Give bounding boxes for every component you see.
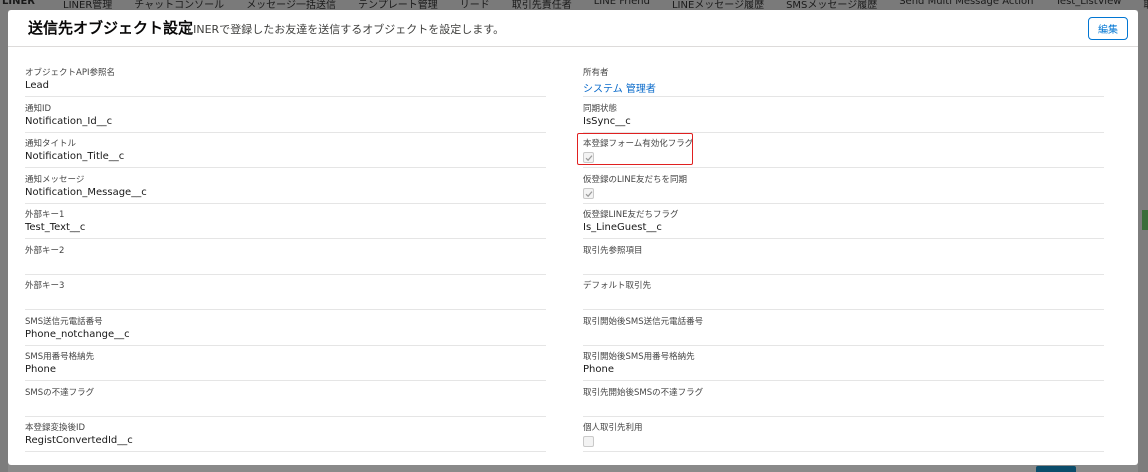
background-right-edge xyxy=(1138,10,1148,472)
field-value: RegistConvertedId__c xyxy=(25,435,133,446)
field-label: 外部キー2 xyxy=(25,245,65,256)
background-nav-item: Test_ListView xyxy=(1055,0,1122,7)
field-value: Notification_Id__c xyxy=(25,115,113,127)
background-nav-item: 取引先 xyxy=(1143,0,1148,10)
background-nav-bar: LINER LINER管理 チャットコンソール メッセージ一括送信 テンプレート管理 リ… xyxy=(0,0,1148,10)
field-value: Phone_notchange__c xyxy=(25,328,130,340)
panel-header: 送信先オブジェクト設定 LINERで登録したお友達を送信するオブジェクトを設定し… xyxy=(8,10,1138,47)
field-label: デフォルト取引先 xyxy=(583,281,652,291)
background-nav-item: LINEメッセージ履歴 xyxy=(671,0,765,10)
page-subtitle: LINERで登録したお友達を送信するオブジェクトを設定します。 xyxy=(187,23,505,36)
background-nav-item: LINER管理 xyxy=(63,0,113,10)
field-right-8: 取引開始後SMS用番号格納先 Phone xyxy=(583,346,1104,381)
field-label: SMS用番号格納先 xyxy=(25,352,95,362)
background-nav-items: LINER LINER管理 チャットコンソール メッセージ一括送信 テンプレート管理 リ… xyxy=(0,0,1148,10)
field-right-3: 仮登録のLINE友だちを同期 xyxy=(583,169,1104,204)
field-label: 通知メッセージ xyxy=(25,174,85,185)
field-left-3: 通知メッセージ Notification_Message__c xyxy=(25,169,546,204)
field-label: 取引開始後SMS用番号格納先 xyxy=(583,352,695,362)
field-left-2: 通知タイトル Notification_Title__c xyxy=(25,133,546,168)
field-label: 仮登録のLINE友だちを同期 xyxy=(583,174,687,185)
field-label: SMSの不達フラグ xyxy=(25,387,95,398)
background-left-edge xyxy=(0,10,8,472)
field-value: Test_Text__c xyxy=(25,222,86,233)
edit-button[interactable]: 編集 xyxy=(1088,17,1128,40)
field-right-5: 取引先参照項目 xyxy=(583,240,1104,275)
background-nav-item: Send Multi Message Action xyxy=(899,0,1034,7)
field-label: 所有者 xyxy=(583,68,609,78)
field-label: 取引開始後SMS送信元電話番号 xyxy=(583,316,704,327)
field-left-1: 通知ID Notification_Id__c xyxy=(25,98,546,133)
field-left-9: SMSの不達フラグ xyxy=(25,382,546,417)
field-label: 仮登録LINE友だちフラグ xyxy=(583,210,679,220)
background-nav-item: テンプレート管理 xyxy=(358,0,438,10)
page-title: 送信先オブジェクト設定 xyxy=(28,19,194,37)
background-nav-item: 取引先責任者 xyxy=(511,0,572,10)
field-label: 外部キー3 xyxy=(25,281,65,291)
field-value: Phone xyxy=(25,364,56,375)
background-footer-button xyxy=(1036,466,1076,472)
field-left-7: SMS送信元電話番号 Phone_notchange__c xyxy=(25,311,546,346)
field-label: 外部キー1 xyxy=(25,210,65,220)
field-label: 通知ID xyxy=(25,103,52,114)
field-label: 同期状態 xyxy=(583,103,618,114)
field-right-0: 所有者システム 管理者 xyxy=(583,62,1104,97)
field-right-1: 同期状態 IsSync__c xyxy=(583,98,1104,133)
field-label: 本登録フォーム有効化フラグ xyxy=(583,139,694,149)
field-right-10: 個人取引先利用 xyxy=(583,417,1104,452)
checkbox xyxy=(583,187,594,199)
field-left-0: オブジェクトAPI参照名 Lead xyxy=(25,62,546,97)
background-green-tab xyxy=(1142,210,1148,230)
background-nav-item: メッセージ一括送信 xyxy=(246,0,336,10)
field-value: Lead xyxy=(25,80,50,91)
field-label: 取引先開始後SMSの不達フラグ xyxy=(583,387,704,398)
field-right-9: 取引先開始後SMSの不達フラグ xyxy=(583,382,1104,417)
checkbox xyxy=(583,152,594,163)
field-label: 取引先参照項目 xyxy=(583,245,643,256)
field-left-5: 外部キー2 xyxy=(25,240,546,275)
field-left-10: 本登録変換後ID RegistConvertedId__c xyxy=(25,417,546,452)
object-settings-panel: 送信先オブジェクト設定 LINERで登録したお友達を送信するオブジェクトを設定し… xyxy=(8,10,1138,465)
background-nav-item: リード xyxy=(459,0,490,10)
background-app-brand: LINER xyxy=(2,0,35,7)
field-label: 個人取引先利用 xyxy=(583,423,643,433)
background-nav-item: チャットコンソール xyxy=(134,0,225,10)
field-value: IsSync__c xyxy=(583,115,631,127)
background-nav-item: SMSメッセージ履歴 xyxy=(786,0,878,10)
field-right-7: 取引開始後SMS送信元電話番号 xyxy=(583,311,1104,346)
field-left-6: 外部キー3 xyxy=(25,275,546,310)
field-value: Phone xyxy=(583,364,614,375)
checkbox xyxy=(583,436,594,447)
field-left-4: 外部キー1 Test_Text__c xyxy=(25,204,546,239)
field-value: Notification_Title__c xyxy=(25,151,125,162)
field-label: 本登録変換後ID xyxy=(25,423,86,433)
field-value: Notification_Message__c xyxy=(25,186,147,198)
field-right-4: 仮登録LINE友だちフラグ Is_LineGuest__c xyxy=(583,204,1104,239)
field-right-6: デフォルト取引先 xyxy=(583,275,1104,310)
field-label: SMS送信元電話番号 xyxy=(25,316,103,327)
field-label: 通知タイトル xyxy=(25,139,77,149)
background-nav-item: LINE Friend xyxy=(593,0,650,7)
owner-link[interactable]: システム 管理者 xyxy=(583,80,656,95)
field-right-2: 本登録フォーム有効化フラグ xyxy=(583,133,1104,168)
field-label: オブジェクトAPI参照名 xyxy=(25,68,115,78)
field-value: Is_LineGuest__c xyxy=(583,222,662,233)
field-left-8: SMS用番号格納先 Phone xyxy=(25,346,546,381)
